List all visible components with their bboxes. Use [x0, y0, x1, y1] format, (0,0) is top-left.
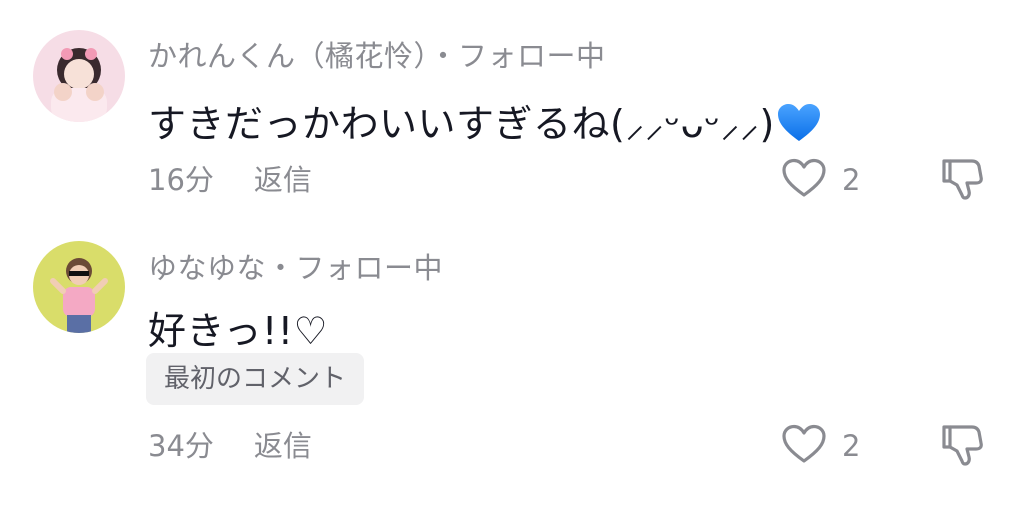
avatar-image [33, 241, 125, 333]
comment-text-content: 好きっ!!♡ [148, 309, 329, 353]
comment-text: 好きっ!!♡ [148, 300, 328, 355]
like-count: 2 [842, 429, 861, 463]
comment-username[interactable]: かれんくん（橘花怜）・フォロー中 [148, 33, 606, 75]
reply-button[interactable]: 返信 [254, 157, 312, 199]
avatar[interactable] [33, 241, 125, 333]
comment-time: 16分 [148, 163, 214, 197]
comment-meta: 34分 返信 [148, 423, 312, 465]
comment-meta: 16分 返信 [148, 157, 312, 199]
thumbs-down-icon [938, 159, 986, 205]
comment-text-content: すきだっかわいいすぎるね(⸝⸝ᵕᴗᵕ⸝⸝) [148, 102, 775, 146]
like-count: 2 [842, 163, 861, 197]
comment-item: ゆなゆな・フォロー中 好きっ!!♡ 最初のコメント 34分 返信 2 [0, 238, 1024, 529]
reply-button[interactable]: 返信 [254, 423, 312, 465]
heart-outline-icon [780, 157, 828, 203]
comment-text: すきだっかわいいすぎるね(⸝⸝ᵕᴗᵕ⸝⸝) [148, 93, 821, 152]
username-text: ゆなゆな [148, 251, 267, 285]
avatar-image [33, 30, 125, 122]
like-button[interactable]: 2 [780, 157, 860, 203]
dislike-button[interactable] [938, 421, 986, 471]
follow-status: ・フォロー中 [266, 251, 444, 285]
like-button[interactable]: 2 [780, 423, 860, 469]
username-text: かれんくん（橘花怜） [148, 39, 429, 73]
avatar[interactable] [33, 30, 125, 122]
thumbs-down-icon [938, 425, 986, 471]
comment-time: 34分 [148, 429, 214, 463]
comment-username[interactable]: ゆなゆな・フォロー中 [148, 245, 443, 287]
dislike-button[interactable] [938, 155, 986, 205]
heart-outline-icon [780, 423, 828, 469]
follow-status: ・フォロー中 [428, 39, 606, 73]
comment-item: かれんくん（橘花怜）・フォロー中 すきだっかわいいすぎるね(⸝⸝ᵕᴗᵕ⸝⸝) 1… [0, 0, 1024, 225]
blue-heart-icon [777, 103, 821, 152]
first-comment-badge: 最初のコメント [146, 353, 365, 405]
